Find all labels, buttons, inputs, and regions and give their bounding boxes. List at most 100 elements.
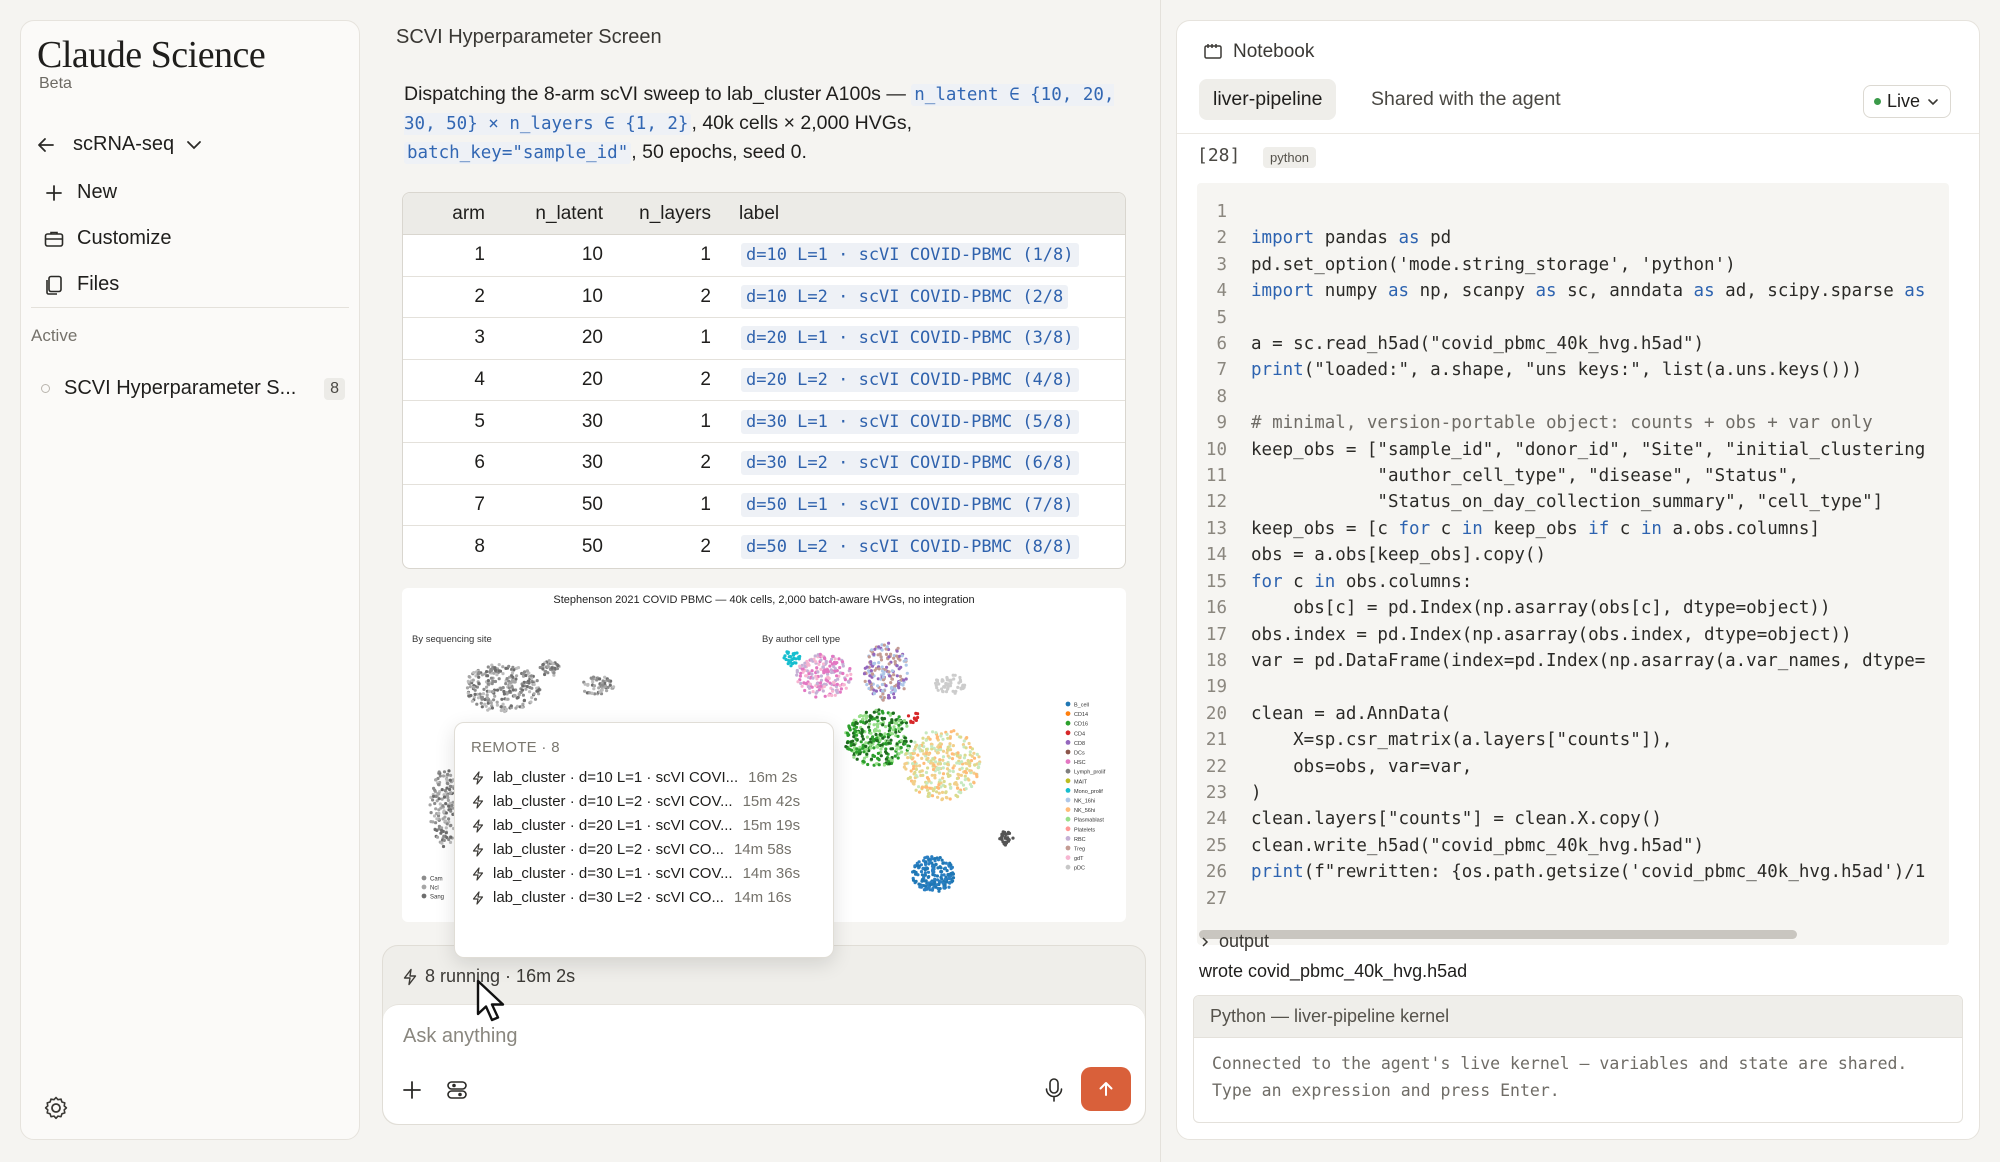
column-header: n_latent <box>505 193 617 235</box>
cell-label: d=30 L=1 · scVI COVID-PBMC (5/8) <box>741 409 1079 434</box>
chevron-down-icon[interactable] <box>184 135 204 155</box>
remote-job-item[interactable]: lab_cluster · d=30 L=2 · scVI CO... 14m 1… <box>471 889 819 906</box>
kernel-title: Python — liver-pipeline kernel <box>1194 996 1962 1038</box>
back-arrow-icon[interactable] <box>35 134 57 156</box>
message-text: , 40k cells × 2,000 HVGs, <box>691 112 913 134</box>
brand-logo[interactable]: Claude Science <box>37 33 266 77</box>
mouse-cursor-icon <box>476 979 505 1022</box>
legend-label: Sang <box>430 895 444 901</box>
sidebar-item-customize[interactable]: Customize <box>43 227 171 250</box>
sidebar-divider <box>31 307 349 308</box>
legend-swatch <box>1065 720 1071 726</box>
tools-icon[interactable] <box>445 1078 469 1102</box>
notebook-title: Notebook <box>1233 41 1315 62</box>
gear-icon[interactable] <box>41 1093 71 1123</box>
remote-job-item[interactable]: lab_cluster · d=20 L=1 · scVI COV... 15m … <box>471 817 819 834</box>
legend-label: Treg <box>1074 847 1085 853</box>
line-number: 14 <box>1205 545 1227 566</box>
kernel-console[interactable]: Python — liver-pipeline kernel Connected… <box>1193 995 1963 1123</box>
add-attachment-icon[interactable] <box>401 1079 423 1101</box>
column-header: n_layers <box>617 193 727 235</box>
code-line: 6 a = sc.read_h5ad("covid_pbmc_40k_hvg.h5… <box>1197 331 1925 357</box>
table-header-row: arm n_latent n_layers label <box>403 193 1125 235</box>
remote-job-label: lab_cluster · d=30 L=1 · scVI COV... <box>493 865 733 882</box>
code-text: obs=obs, var=var, <box>1251 756 1473 777</box>
code-text: "Status_on_day_collection_summary", "cel… <box>1251 492 1884 513</box>
figure-title: Stephenson 2021 COVID PBMC — 40k cells, … <box>553 594 975 606</box>
cell-n-latent: 10 <box>505 235 617 277</box>
code-editor[interactable]: 1 2 import pandas as pd 3 pd.set_option('mod… <box>1197 183 1949 945</box>
code-text: pd.set_option('mode.string_storage', 'py… <box>1251 254 1736 275</box>
remote-job-item[interactable]: lab_cluster · d=30 L=1 · scVI COV... 14m … <box>471 865 819 882</box>
line-number: 19 <box>1205 677 1227 698</box>
line-number: 23 <box>1205 782 1227 803</box>
code-line: 11 "author_cell_type", "disease", "Statu… <box>1197 463 1925 489</box>
lightning-icon <box>472 842 484 857</box>
ask-input[interactable] <box>403 1025 1003 1048</box>
cell-n-latent: 50 <box>505 485 617 527</box>
legend-label: Platelets <box>1074 827 1095 833</box>
umap-cluster <box>998 830 1015 847</box>
remote-job-label: lab_cluster · d=10 L=2 · scVI COV... <box>493 793 733 810</box>
legend-swatch <box>1065 778 1071 784</box>
table-row: 1 10 1 d=10 L=1 · scVI COVID-PBMC (1/8) <box>403 235 1125 277</box>
remote-jobs-popup: REMOTE · 8 lab_cluster · d=10 L=1 · scVI… <box>454 722 834 958</box>
panel-divider[interactable] <box>1160 0 1161 1162</box>
live-dropdown[interactable]: Live <box>1862 85 1951 118</box>
legend-swatch <box>1065 701 1071 707</box>
remote-job-item[interactable]: lab_cluster · d=20 L=2 · scVI CO... 14m 5… <box>471 841 819 858</box>
legend-label: pDC <box>1074 866 1085 872</box>
line-number: 10 <box>1205 439 1227 460</box>
remote-job-item[interactable]: lab_cluster · d=10 L=2 · scVI COV... 15m … <box>471 793 819 810</box>
code-text: obs.index = pd.Index(np.asarray(obs.inde… <box>1251 624 1852 645</box>
remote-header: REMOTE · 8 <box>471 739 560 756</box>
microphone-icon[interactable] <box>1043 1077 1065 1103</box>
code-line: 26 print(f"rewritten: {os.path.getsize('c… <box>1197 859 1925 885</box>
send-button[interactable] <box>1081 1067 1131 1111</box>
legend-label: Cam <box>430 877 443 883</box>
assistant-message: Dispatching the 8-arm scVI sweep to lab_… <box>404 80 1134 167</box>
code-text: print(f"rewritten: {os.path.getsize('cov… <box>1251 862 1926 883</box>
project-selector[interactable]: scRNA-seq <box>35 133 204 156</box>
cell-n-layers: 2 <box>617 360 727 402</box>
code-line: 14 obs = a.obs[keep_obs].copy() <box>1197 542 1925 568</box>
sidebar-item-active-thread[interactable]: SCVI Hyperparameter S... 8 <box>41 377 345 400</box>
legend-swatch <box>1065 845 1071 851</box>
output-label: output <box>1219 931 1270 951</box>
code-line: 4 import numpy as np, scanpy as sc, annda… <box>1197 278 1925 304</box>
table-row: 4 20 2 d=20 L=2 · scVI COVID-PBMC (4/8) <box>403 360 1125 402</box>
horizontal-scrollbar[interactable] <box>1199 930 1797 939</box>
legend-swatch <box>1065 749 1071 755</box>
code-text: import numpy as np, scanpy as sc, anndat… <box>1251 281 1926 302</box>
tab-liver-pipeline[interactable]: liver-pipeline <box>1199 79 1337 120</box>
line-number: 4 <box>1216 281 1227 302</box>
umap-cluster <box>782 650 802 668</box>
output-toggle[interactable]: output <box>1199 931 1269 952</box>
sidebar-item-label: New <box>77 181 118 203</box>
legend-swatch <box>1065 807 1071 812</box>
sidebar-item-files[interactable]: Files <box>43 273 119 296</box>
code-text: a = sc.read_h5ad("covid_pbmc_40k_hvg.h5a… <box>1251 334 1705 355</box>
legend-label: DCs <box>1074 751 1085 757</box>
figure-subtitle-left: By sequencing site <box>412 634 492 645</box>
sidebar-item-new[interactable]: New <box>43 181 117 204</box>
cell-arm: 5 <box>403 401 505 443</box>
line-number: 6 <box>1216 334 1227 355</box>
tab-shared-with-agent[interactable]: Shared with the agent <box>1371 88 1561 111</box>
code-text: # minimal, version-portable object: coun… <box>1251 413 1873 434</box>
table-row: 6 30 2 d=30 L=2 · scVI COVID-PBMC (6/8) <box>403 443 1125 485</box>
project-name[interactable]: scRNA-seq <box>73 133 174 156</box>
remote-job-label: lab_cluster · d=30 L=2 · scVI CO... <box>493 889 724 906</box>
cell-arm: 6 <box>403 443 505 485</box>
legend-label: HSC <box>1074 760 1086 766</box>
notebook-panel: Notebook liver-pipeline Shared with the … <box>1176 20 1980 1140</box>
line-number: 8 <box>1216 386 1227 407</box>
legend-label: Ncl <box>430 886 439 892</box>
legend-swatch <box>1065 730 1071 736</box>
arrow-up-icon <box>1099 1082 1113 1096</box>
line-number: 13 <box>1205 518 1227 539</box>
remote-job-item[interactable]: lab_cluster · d=10 L=1 · scVI COVI... 16m… <box>471 769 819 786</box>
code-line: 25 clean.write_h5ad("covid_pbmc_40k_hvg.h… <box>1197 833 1925 859</box>
cell-arm: 3 <box>403 318 505 360</box>
lightning-icon <box>472 770 484 785</box>
